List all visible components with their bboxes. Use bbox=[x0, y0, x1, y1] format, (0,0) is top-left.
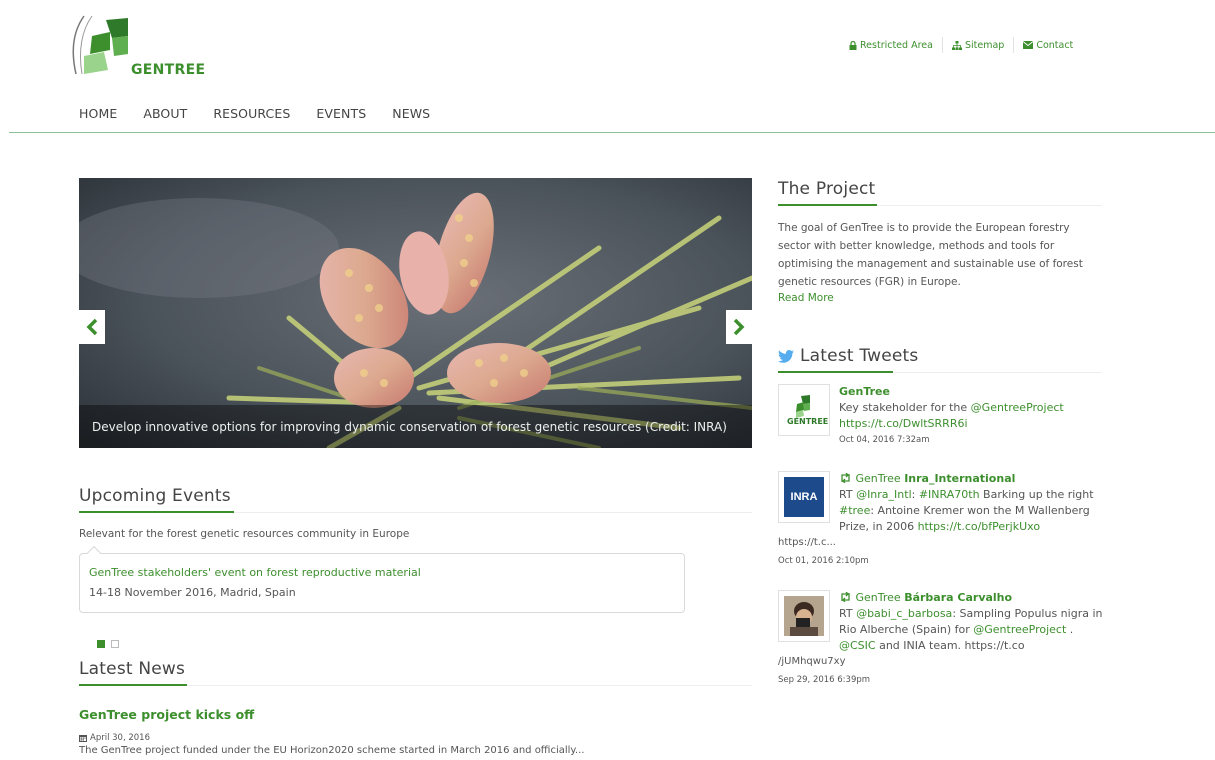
tweet-text-continued: /jUMhqwu7xy bbox=[778, 656, 846, 667]
tweet-link[interactable]: https://t.co/bfPerjkUxo bbox=[918, 520, 1041, 533]
restricted-area-link[interactable]: Restricted Area bbox=[849, 40, 942, 51]
envelope-icon bbox=[1023, 41, 1034, 49]
sitemap-label: Sitemap bbox=[964, 39, 1005, 51]
slider-next-button[interactable] bbox=[726, 310, 752, 344]
avatar-label: INRA bbox=[790, 491, 818, 503]
sitemap-icon bbox=[951, 40, 962, 50]
event-date: 14-18 November 2016, Madrid, Spain bbox=[89, 586, 296, 599]
hashtag-link[interactable]: #tree bbox=[839, 504, 870, 517]
mention-link[interactable]: @babi_c_barbosa bbox=[856, 607, 952, 620]
contact-link[interactable]: Contact bbox=[1014, 40, 1082, 51]
project-description: The goal of GenTree is to provide the Eu… bbox=[778, 222, 1083, 288]
nav-item-news[interactable]: NEWS bbox=[392, 106, 430, 121]
heading-accent bbox=[79, 684, 187, 686]
tweet-item: GenTree Inra_International RT @Inra_Intl… bbox=[839, 471, 1104, 535]
mention-link[interactable]: @Inra_Intl bbox=[856, 488, 912, 501]
tweet-author[interactable]: Inra_International bbox=[904, 472, 1015, 485]
sitemap-link[interactable]: Sitemap bbox=[943, 40, 1013, 51]
tweet-item: GenTree Key stakeholder for the @Gentree… bbox=[839, 384, 1104, 432]
nav-item-home[interactable]: HOME bbox=[79, 106, 117, 121]
slider-prev-button[interactable] bbox=[79, 310, 105, 344]
tweet-text: Key stakeholder for the @GentreeProject bbox=[839, 401, 1064, 414]
avatar-label: GENTREE bbox=[787, 417, 829, 426]
news-heading: Latest News bbox=[79, 659, 186, 679]
utility-links: Restricted Area Sitemap Contact bbox=[849, 37, 1082, 53]
twitter-bird-icon bbox=[778, 349, 794, 363]
tweet-time: Oct 04, 2016 7:32am bbox=[839, 435, 930, 445]
event-card bbox=[79, 545, 685, 613]
nav-item-events[interactable]: EVENTS bbox=[316, 106, 366, 121]
tweets-heading: Latest Tweets bbox=[778, 346, 918, 366]
heading-accent bbox=[79, 511, 234, 513]
site-logo[interactable]: GENTREE bbox=[70, 10, 210, 82]
heading-accent bbox=[778, 371, 893, 373]
chevron-right-icon bbox=[733, 318, 745, 336]
tweet-time: Oct 01, 2016 2:10pm bbox=[778, 556, 869, 566]
lock-icon bbox=[849, 40, 857, 50]
calendar-icon bbox=[79, 735, 87, 742]
retweet-icon bbox=[841, 591, 850, 603]
retweet-icon bbox=[841, 472, 850, 484]
pager-dot[interactable] bbox=[111, 640, 119, 648]
read-more-link[interactable]: Read More bbox=[778, 292, 834, 304]
pager-dot-active[interactable] bbox=[97, 640, 105, 648]
events-subtitle: Relevant for the forest genetic resource… bbox=[79, 528, 410, 540]
retweet-line: GenTree Inra_International bbox=[839, 471, 1104, 487]
logo-text: GENTREE bbox=[131, 62, 206, 78]
contact-label: Contact bbox=[1036, 39, 1074, 51]
mention-link[interactable]: @CSIC bbox=[839, 639, 876, 652]
nav-item-about[interactable]: ABOUT bbox=[143, 106, 187, 121]
news-date: April 30, 2016 bbox=[79, 733, 150, 743]
user-photo-icon bbox=[784, 596, 824, 636]
hashtag-link[interactable]: #INRA70th bbox=[919, 488, 980, 501]
tweet-link[interactable]: https://t.co/DwltSRRR6i bbox=[839, 416, 1104, 432]
tweet-avatar[interactable]: GENTREE bbox=[778, 384, 830, 436]
news-date-label: April 30, 2016 bbox=[90, 733, 150, 743]
retweet-line: GenTree Bárbara Carvalho bbox=[839, 590, 1104, 606]
heading-accent bbox=[778, 204, 877, 206]
news-excerpt: The GenTree project funded under the EU … bbox=[79, 745, 585, 756]
project-heading: The Project bbox=[778, 179, 876, 199]
tweet-item: GenTree Bárbara Carvalho RT @babi_c_barb… bbox=[839, 590, 1104, 654]
tweet-author[interactable]: GenTree bbox=[839, 384, 1104, 400]
retweeted-by[interactable]: GenTree bbox=[856, 472, 901, 485]
mention-link[interactable]: @GentreeProject bbox=[971, 401, 1064, 414]
tweets-heading-label: Latest Tweets bbox=[800, 346, 919, 366]
news-title-link[interactable]: GenTree project kicks off bbox=[79, 707, 254, 722]
chevron-left-icon bbox=[86, 318, 98, 336]
tweet-text-continued: https://t.c... bbox=[778, 537, 836, 548]
tweet-avatar[interactable] bbox=[778, 590, 830, 642]
nav-item-resources[interactable]: RESOURCES bbox=[213, 106, 290, 121]
retweeted-by[interactable]: GenTree bbox=[856, 591, 901, 604]
tweet-text: RT @babi_c_barbosa: Sampling Populus nig… bbox=[839, 607, 1103, 652]
slider-caption: Develop innovative options for improving… bbox=[79, 405, 752, 448]
restricted-area-label: Restricted Area bbox=[860, 39, 933, 51]
tweet-author[interactable]: Bárbara Carvalho bbox=[904, 591, 1012, 604]
gentree-logo-icon bbox=[796, 395, 810, 418]
logo-leaf-icon bbox=[72, 15, 128, 75]
events-heading: Upcoming Events bbox=[79, 486, 231, 506]
mention-link[interactable]: @GentreeProject bbox=[973, 623, 1066, 636]
tweet-avatar[interactable]: INRA bbox=[778, 471, 830, 523]
nav-divider bbox=[9, 132, 1215, 133]
tweet-time: Sep 29, 2016 6:39pm bbox=[778, 675, 871, 685]
event-card-notch bbox=[86, 545, 102, 561]
event-pager bbox=[97, 640, 119, 648]
main-nav: HOME ABOUT RESOURCES EVENTS NEWS bbox=[79, 106, 456, 121]
tweet-text: RT @Inra_Intl: #INRA70th Barking up the … bbox=[839, 488, 1094, 533]
event-title-link[interactable]: GenTree stakeholders' event on forest re… bbox=[89, 566, 421, 579]
